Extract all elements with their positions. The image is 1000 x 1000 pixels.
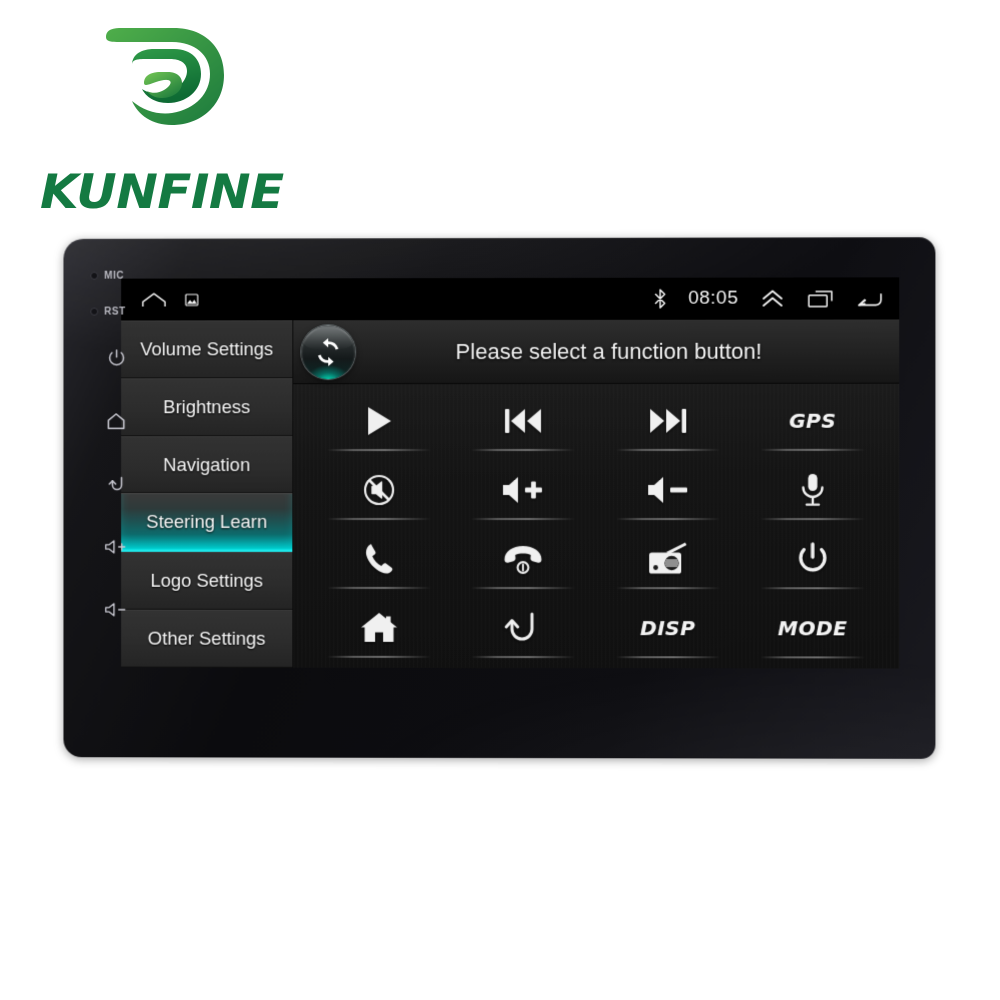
fn-button-call-end[interactable]	[451, 524, 595, 593]
microphone-icon	[800, 473, 826, 507]
fn-button-gps[interactable]: GPS	[740, 386, 885, 455]
refresh-sync-button[interactable]	[301, 324, 356, 379]
fn-button-call-answer[interactable]	[307, 524, 451, 593]
double-chevron-up-icon[interactable]	[761, 290, 785, 308]
mute-icon	[364, 474, 395, 506]
fn-button-mute[interactable]	[307, 455, 451, 524]
bezel-home-button[interactable]	[88, 389, 144, 452]
mic-indicator: MIC	[87, 261, 145, 291]
radio-icon	[648, 541, 686, 573]
panel-header: Please select a function button!	[293, 319, 900, 385]
back-arrow-icon	[105, 474, 127, 494]
steering-learn-panel: Please select a function button! GPS DIS…	[293, 319, 900, 669]
statusbar-back-icon[interactable]	[856, 289, 883, 308]
function-button-grid: GPS DISP MODE	[293, 384, 899, 669]
page-root: KUNFINE MIC RST 08:05 Volume Settings Br…	[0, 0, 1000, 1000]
device-screen: 08:05 Volume Settings Brightness Navigat…	[121, 277, 900, 669]
power-icon	[106, 347, 127, 368]
previous-icon	[505, 408, 542, 433]
recents-icon[interactable]	[807, 289, 834, 308]
volume-up-icon	[503, 476, 543, 503]
car-stereo-device: MIC RST 08:05 Volume Settings Brightness…	[63, 237, 936, 759]
reset-indicator: RST	[87, 297, 145, 327]
fn-button-radio[interactable]	[596, 524, 741, 593]
play-icon	[368, 406, 392, 435]
next-icon	[649, 407, 685, 432]
brand-logo: KUNFINE	[40, 25, 320, 220]
home-icon	[361, 612, 398, 643]
mic-indicator-label: MIC	[104, 270, 125, 282]
device-bezel-controls: MIC RST	[85, 261, 147, 730]
volume-up-icon	[103, 537, 129, 555]
bezel-volume-down-button[interactable]	[88, 578, 144, 641]
brand-wordmark: KUNFINE	[40, 165, 284, 220]
bluetooth-icon	[654, 288, 666, 309]
bezel-back-button[interactable]	[88, 452, 144, 515]
fn-button-power[interactable]	[740, 524, 885, 593]
back-icon	[505, 611, 534, 640]
power-icon	[796, 541, 830, 577]
android-status-bar: 08:05	[121, 277, 900, 321]
volume-down-icon	[647, 475, 686, 502]
call-end-icon	[504, 545, 542, 574]
fn-button-mode[interactable]: MODE	[740, 593, 885, 662]
fn-button-disp[interactable]: DISP	[596, 593, 741, 662]
fn-button-back[interactable]	[451, 593, 595, 662]
screen-body: Volume Settings Brightness Navigation St…	[121, 319, 900, 669]
mic-indicator-dot-icon	[90, 271, 99, 280]
fn-button-volume-down[interactable]	[596, 455, 741, 524]
call-answer-icon	[366, 544, 393, 574]
fn-button-microphone[interactable]	[740, 455, 885, 524]
refresh-sync-icon	[318, 338, 339, 367]
fn-button-play[interactable]	[307, 386, 451, 455]
home-icon	[105, 411, 127, 431]
fn-button-next[interactable]	[596, 386, 741, 455]
disp-label: DISP	[640, 615, 696, 640]
fn-button-previous[interactable]	[451, 386, 595, 455]
bezel-power-button[interactable]	[88, 326, 144, 389]
bezel-volume-up-button[interactable]	[88, 515, 144, 578]
volume-down-icon	[103, 600, 129, 618]
swirl-leaf-mark-icon	[106, 28, 224, 125]
statusbar-clock: 08:05	[688, 287, 739, 309]
gps-label: GPS	[788, 408, 837, 433]
fn-button-home[interactable]	[307, 593, 451, 662]
statusbar-screenshot-icon[interactable]	[185, 293, 199, 306]
mode-label: MODE	[777, 615, 848, 640]
reset-indicator-dot-icon	[90, 307, 99, 316]
fn-button-volume-up[interactable]	[451, 455, 595, 524]
reset-indicator-label: RST	[104, 306, 126, 318]
panel-title: Please select a function button!	[455, 338, 762, 364]
